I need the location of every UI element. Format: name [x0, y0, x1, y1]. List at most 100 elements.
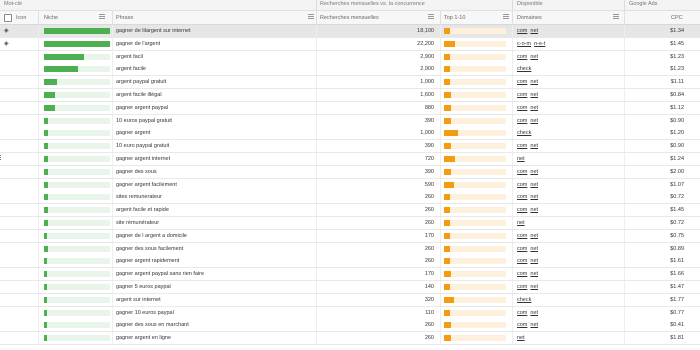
- domain-link-check[interactable]: check: [517, 66, 531, 72]
- cell-divider: [38, 114, 39, 127]
- column-header-icon[interactable]: Icon: [16, 15, 26, 21]
- domain-link-com[interactable]: com: [517, 182, 527, 188]
- table-row[interactable]: argent facile illégal 1,600 com net $0.84: [0, 89, 700, 102]
- domain-link-c-o-m[interactable]: c-o-m: [517, 41, 531, 47]
- domain-link-com[interactable]: com: [517, 284, 527, 290]
- column-header-phrase[interactable]: Phrase: [116, 15, 133, 21]
- select-all-checkbox[interactable]: [4, 14, 12, 22]
- domain-link-net[interactable]: net: [517, 220, 525, 226]
- domain-link-net[interactable]: net: [530, 182, 538, 188]
- column-divider[interactable]: [512, 11, 513, 24]
- top-competition-bar: [444, 232, 506, 239]
- domain-link-check[interactable]: check: [517, 297, 531, 303]
- top-competition-fill: [444, 79, 450, 86]
- column-header-domains[interactable]: Domaines: [517, 15, 542, 21]
- cell-divider: [112, 165, 113, 178]
- domain-link-com[interactable]: com: [517, 79, 527, 85]
- domains-column-menu-icon[interactable]: [613, 13, 619, 19]
- domain-link-com[interactable]: com: [517, 143, 527, 149]
- domain-link-net[interactable]: net: [517, 335, 525, 341]
- domain-link-net[interactable]: net: [530, 207, 538, 213]
- domain-link-com[interactable]: com: [517, 233, 527, 239]
- domain-link-com[interactable]: com: [517, 271, 527, 277]
- domain-link-net[interactable]: net: [530, 169, 538, 175]
- table-row[interactable]: 10 euros paypal gratuit 390 com net $0.90: [0, 114, 700, 128]
- table-row[interactable]: argent paypal gratuit 1,000 com net $1.11: [0, 76, 700, 90]
- domain-link-com[interactable]: com: [517, 54, 527, 60]
- domain-link-net[interactable]: net: [530, 258, 538, 264]
- table-row[interactable]: gagner argent paypal 880 com net $1.12: [0, 101, 700, 115]
- phrase-column-menu-icon[interactable]: [308, 13, 314, 19]
- table-row[interactable]: argent sur internet 320 check $1.77: [0, 293, 700, 307]
- column-divider[interactable]: [624, 11, 625, 24]
- column-header-top-1-10[interactable]: Top 1-10: [444, 15, 465, 21]
- table-row[interactable]: gagner argent 1,000 check $1.20: [0, 127, 700, 141]
- domain-link-com[interactable]: com: [517, 169, 527, 175]
- domain-link-check[interactable]: check: [517, 130, 531, 136]
- table-row[interactable]: gagner argent internet 720 net $1.24: [0, 153, 700, 166]
- domain-link-net[interactable]: net: [530, 271, 538, 277]
- domain-link-net[interactable]: net: [530, 233, 538, 239]
- domain-link-com[interactable]: com: [517, 207, 527, 213]
- column-header-monthly-searches[interactable]: Recherches mensuelles: [320, 15, 379, 21]
- table-row[interactable]: gagner 10 euros paypal 110 com net $0.77: [0, 306, 700, 320]
- domain-link-net[interactable]: net: [530, 54, 538, 60]
- column-divider[interactable]: [112, 11, 113, 24]
- domain-link-net[interactable]: net: [530, 322, 538, 328]
- row-resize-handle[interactable]: [0, 155, 2, 160]
- domain-link-net[interactable]: net: [530, 28, 538, 34]
- table-row[interactable]: argent facile et rapide 260 com net $1.45: [0, 204, 700, 218]
- column-divider[interactable]: [440, 11, 441, 24]
- column-divider[interactable]: [38, 11, 39, 24]
- table-row[interactable]: argent facil 2,900 com net $1.23: [0, 50, 700, 64]
- domain-link-net[interactable]: net: [530, 105, 538, 111]
- top-column-menu-icon[interactable]: [503, 13, 509, 19]
- table-row[interactable]: ◈ gagner de l'argent 22,200 c-o-m n-e-t $1.45: [0, 37, 700, 51]
- domain-link-n-e-t[interactable]: n-e-t: [534, 41, 545, 47]
- domain-link-net[interactable]: net: [530, 246, 538, 252]
- table-row[interactable]: argent facile 2,900 check $1.23: [0, 63, 700, 77]
- domain-link-net[interactable]: net: [530, 194, 538, 200]
- domain-link-com[interactable]: com: [517, 246, 527, 252]
- domain-link-net[interactable]: net: [530, 310, 538, 316]
- table-row[interactable]: gagner argent facilement 590 com net $1.07: [0, 178, 700, 192]
- table-row[interactable]: ◈ gagner de lilargent sur internet 18,100 c…: [0, 25, 700, 38]
- table-row[interactable]: gagner de l argent a domicile 170 com net $0…: [0, 229, 700, 243]
- domain-link-net[interactable]: net: [530, 79, 538, 85]
- domain-link-com[interactable]: com: [517, 28, 527, 34]
- monthly-column-menu-icon[interactable]: [428, 13, 434, 19]
- table-row[interactable]: gagner argent en ligne 260 net $1.81: [0, 332, 700, 346]
- table-row[interactable]: gagner des sous 390 com net $2.00: [0, 165, 700, 179]
- top-competition-bar: [444, 284, 506, 290]
- domain-link-com[interactable]: com: [517, 322, 527, 328]
- table-row[interactable]: 10 euro paypal gratuit 390 com net $0.90: [0, 140, 700, 154]
- column-divider[interactable]: [316, 11, 317, 24]
- domain-link-com[interactable]: com: [517, 118, 527, 124]
- table-row[interactable]: gagner 5 euros paypal 140 com net $1.47: [0, 281, 700, 294]
- table-row[interactable]: site rémunérateur 260 net $0.72: [0, 217, 700, 230]
- domain-link-net[interactable]: net: [517, 156, 525, 162]
- domain-link-com[interactable]: com: [517, 92, 527, 98]
- table-row[interactable]: gagner argent paypal sans rien faire 170 c…: [0, 268, 700, 282]
- table-row[interactable]: gagner argent rapidement 260 com net $1.61: [0, 255, 700, 269]
- cell-divider: [316, 293, 317, 306]
- domain-link-net[interactable]: net: [530, 143, 538, 149]
- column-header-niche[interactable]: Niche: [44, 15, 58, 21]
- domain-link-com[interactable]: com: [517, 194, 527, 200]
- domain-availability: com net: [517, 182, 541, 188]
- domain-link-com[interactable]: com: [517, 310, 527, 316]
- table-row[interactable]: gagner des sous en marchant 260 com net $0.4…: [0, 319, 700, 333]
- column-header-cpc[interactable]: CPC: [671, 15, 683, 21]
- cpc-value: $0.84: [670, 92, 684, 98]
- column-header-row: Icon Niche Phrase Recherches mensuelles …: [0, 11, 700, 25]
- table-row[interactable]: sites remunerateur 260 com net $0.72: [0, 191, 700, 205]
- domain-link-net[interactable]: net: [530, 92, 538, 98]
- domain-link-com[interactable]: com: [517, 105, 527, 111]
- niche-score-fill: [44, 245, 48, 252]
- domain-link-net[interactable]: net: [530, 284, 538, 290]
- table-row[interactable]: gagner des sous facilement 260 com net $0.89: [0, 242, 700, 256]
- domain-link-com[interactable]: com: [517, 258, 527, 264]
- niche-column-menu-icon[interactable]: [99, 13, 105, 19]
- cell-divider: [316, 165, 317, 178]
- domain-link-net[interactable]: net: [530, 118, 538, 124]
